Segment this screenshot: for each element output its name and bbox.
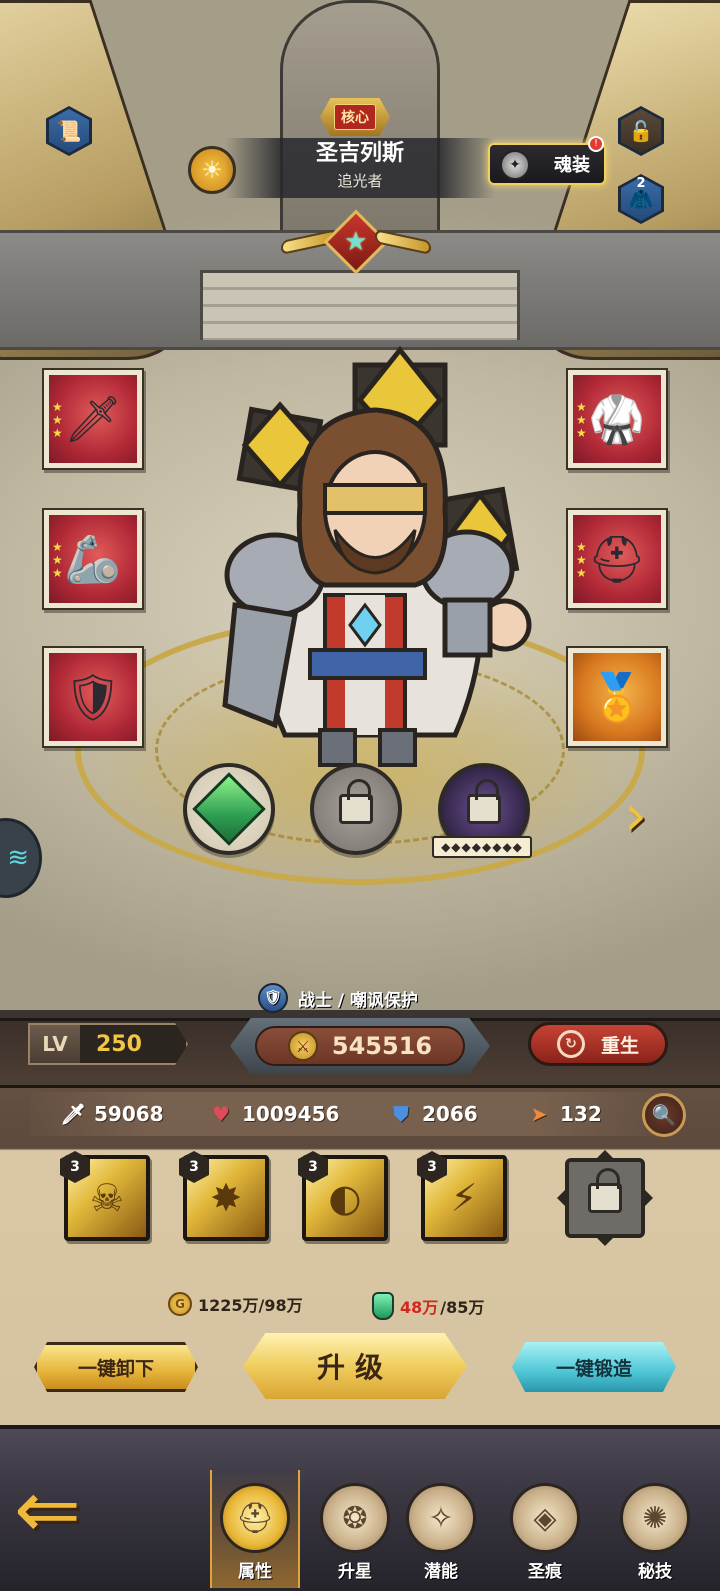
sword-icon: 🗡 ★ ★ ★ — [49, 375, 137, 463]
class-role-text: 战士 / 嘲讽保护 — [298, 990, 419, 1011]
notification-dot: ! — [588, 136, 604, 152]
star-rank-emblem: ★ — [272, 209, 440, 275]
star-up-icon: ❂ — [320, 1483, 390, 1553]
lock-icon — [467, 779, 501, 824]
unlock-icon: 🔓 — [621, 109, 661, 153]
potion-icon — [372, 1292, 394, 1320]
slot-stars: ★ ★ ★ — [576, 540, 587, 580]
slot-stars: ★ ★ ★ — [576, 400, 587, 440]
level-label: LV — [30, 1025, 80, 1063]
core-badge: 核心 — [320, 98, 390, 136]
nav-tab-secret-skill[interactable]: ✺ 秘技 — [610, 1470, 700, 1588]
equip-slot-helmet[interactable]: ⛑ ★ ★ ★ — [566, 508, 668, 610]
soul-gear-button[interactable]: ✦ 魂装 — [488, 143, 606, 185]
gem-socket-green[interactable] — [183, 763, 275, 855]
skill-slot-1[interactable]: ☠ 3 — [60, 1151, 150, 1241]
slot-stars: ★ ★ ★ — [52, 400, 63, 440]
armor-icon: 🥋 ★ ★ ★ — [573, 375, 661, 463]
stat-hp-value: 1009456 — [242, 1102, 340, 1126]
sword-icon: 🗡 — [60, 1102, 86, 1126]
secret-skill-icon: ✺ — [620, 1483, 690, 1553]
forge-all-button[interactable]: 一键锻造 — [512, 1342, 676, 1392]
rebirth-cycle-icon: ↻ — [556, 1030, 585, 1058]
skill-slot-4[interactable]: ⚡ 3 — [417, 1151, 507, 1241]
rebirth-label: 重生 — [600, 1034, 639, 1057]
stat-defense-value: 2066 — [422, 1102, 478, 1126]
level-value: 250 — [96, 1031, 142, 1057]
class-shield-icon: 🛡 — [258, 983, 288, 1013]
wave-icon: ≋ — [7, 843, 29, 873]
nav-label: 升星 — [338, 1562, 372, 1582]
soul-gear-label: 魂装 — [554, 155, 590, 176]
helmet-icon: ⛑ ★ ★ ★ — [573, 515, 661, 603]
socket-star-requirement: ◆◆◆◆◆◆◆◆ — [432, 836, 532, 858]
next-hero-arrow-icon[interactable]: › — [624, 785, 664, 849]
back-arrow-icon[interactable]: ⇐ — [14, 1470, 144, 1550]
rune-crest-icon: 🏅 — [573, 653, 661, 741]
stigmata-icon: ◈ — [510, 1483, 580, 1553]
right-wing-icon — [375, 229, 431, 255]
lock-icon — [588, 1168, 622, 1213]
potion-need-value: /85万 — [440, 1298, 485, 1317]
shield-icon: ⛊ — [393, 1102, 409, 1126]
skill-slot-locked[interactable] — [555, 1148, 655, 1248]
combat-power-display: ⚔ 545516 — [230, 1018, 490, 1074]
potion-cost: 48万/85万 — [372, 1292, 484, 1320]
unequip-all-button[interactable]: 一键卸下 — [34, 1342, 198, 1392]
magnifier-icon: 🔍 — [651, 1103, 677, 1127]
emerald-icon — [192, 772, 266, 846]
equip-slot-weapon[interactable]: 🗡 ★ ★ ★ — [42, 368, 144, 470]
stairs — [200, 270, 520, 340]
speed-boot-icon: ➤ — [530, 1102, 548, 1126]
stat-attack: 🗡 59068 — [60, 1101, 164, 1127]
potion-have-value: 48万 — [400, 1298, 439, 1317]
nav-tab-potential[interactable]: ✧ 潜能 — [396, 1470, 486, 1588]
hero-name: 圣吉列斯 — [315, 141, 404, 166]
helmet-icon: ⛑ — [220, 1483, 290, 1553]
nav-label: 秘技 — [638, 1562, 672, 1582]
gold-coin-icon: G — [168, 1292, 192, 1316]
stat-attack-value: 59068 — [94, 1102, 164, 1126]
nav-tab-stigmata[interactable]: ◈ 圣痕 — [500, 1470, 590, 1588]
equip-slot-rune[interactable]: 🏅 — [566, 646, 668, 748]
star-icon: ★ — [344, 227, 368, 257]
nav-label: 属性 — [238, 1562, 272, 1582]
skill-slot-2[interactable]: ✸ 3 — [179, 1151, 269, 1241]
combat-power-value: 545516 — [331, 1032, 433, 1060]
crest-icon: 🛡 — [49, 653, 137, 741]
equip-slot-emblem[interactable]: 🛡 — [42, 646, 144, 748]
nav-label: 潜能 — [424, 1562, 458, 1582]
core-badge-label: 核心 — [334, 104, 376, 130]
gold-cost: G 1225万/98万 — [168, 1292, 303, 1316]
skill-slot-3[interactable]: ◐ 3 — [298, 1151, 388, 1241]
potential-icon: ✧ — [406, 1483, 476, 1553]
power-sword-icon: ⚔ — [287, 1031, 318, 1061]
soul-emblem-icon: ✦ — [500, 150, 530, 180]
heart-icon: ♥ — [212, 1102, 230, 1126]
slot-stars: ★ ★ ★ — [52, 540, 63, 580]
stat-hp: ♥ 1009456 — [208, 1101, 339, 1127]
nav-tab-attributes[interactable]: ⛑ 属性 — [210, 1470, 300, 1588]
hero-title: 追光者 — [337, 172, 383, 190]
level-display: LV 250 — [28, 1023, 188, 1065]
upgrade-button[interactable]: 升级 — [243, 1333, 467, 1399]
stat-defense: ⛊ 2066 — [388, 1101, 478, 1127]
lock-icon — [339, 779, 373, 824]
nav-tab-star-up[interactable]: ❂ 升星 — [310, 1470, 400, 1588]
stat-detail-search-button[interactable]: 🔍 — [642, 1093, 686, 1137]
equip-slot-armor[interactable]: 🥋 ★ ★ ★ — [566, 368, 668, 470]
class-role-tag: 🛡 战士 / 嘲讽保护 — [258, 983, 418, 1013]
gauntlet-icon: 🦾 ★ ★ ★ — [49, 515, 137, 603]
nav-label: 圣痕 — [528, 1562, 562, 1582]
stats-row: 🗡 59068 ♥ 1009456 ⛊ 2066 ➤ 132 — [30, 1092, 660, 1136]
gem-socket-locked[interactable] — [310, 763, 402, 855]
stat-speed: ➤ 132 — [526, 1101, 602, 1127]
rebirth-button[interactable]: ↻ 重生 — [528, 1022, 668, 1066]
hero-portrait[interactable] — [205, 345, 535, 775]
stat-speed-value: 132 — [560, 1102, 602, 1126]
scroll-icon: 📜 — [49, 109, 89, 153]
gold-cost-value: 1225万/98万 — [198, 1296, 303, 1315]
hero-name-bar: 圣吉列斯 追光者 — [225, 138, 495, 198]
equip-slot-gloves[interactable]: 🦾 ★ ★ ★ — [42, 508, 144, 610]
